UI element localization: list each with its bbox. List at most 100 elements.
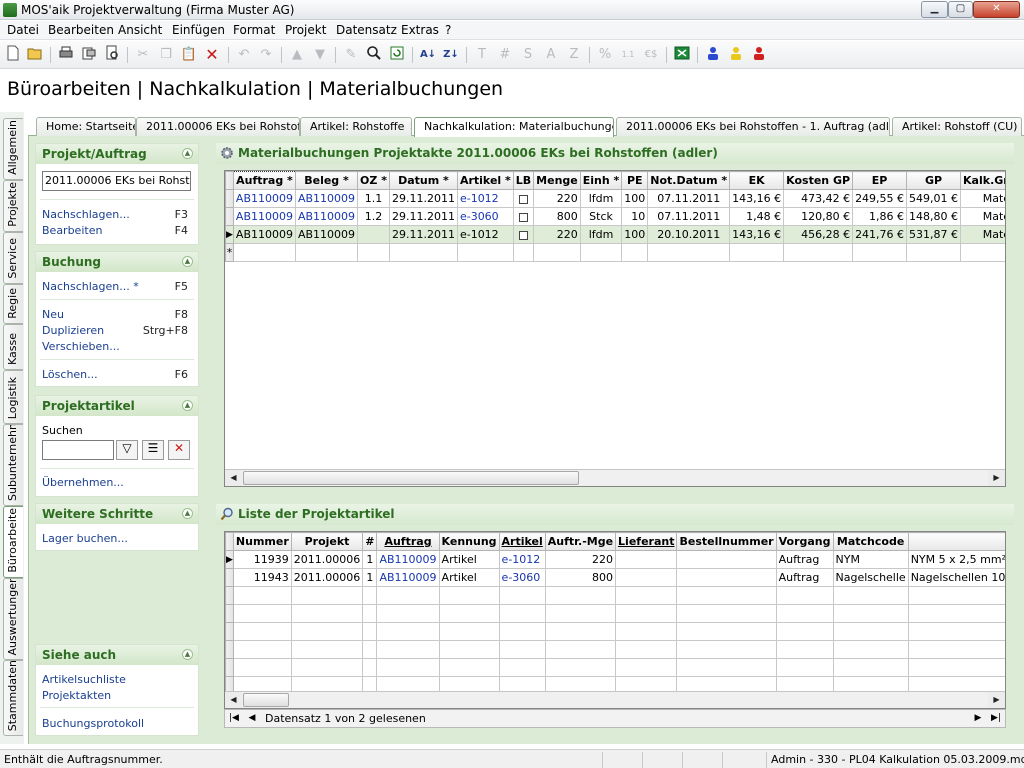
current-row-marker[interactable]: ▶ xyxy=(225,225,234,244)
table-row[interactable]: 11943 2011.00006 1 AB110009 Artikel e-30… xyxy=(225,568,1005,587)
cell[interactable] xyxy=(615,550,678,569)
col-header[interactable]: Kosten GP xyxy=(783,171,854,190)
maximize-button[interactable]: ▢ xyxy=(948,1,973,18)
vtab-logistik[interactable]: Logistik xyxy=(3,370,23,424)
minimize-button[interactable]: ▁ xyxy=(921,1,948,18)
cell[interactable]: 148,80 € xyxy=(906,207,962,226)
open-folder-icon[interactable] xyxy=(25,45,45,65)
cell[interactable]: e-1012 xyxy=(456,225,514,244)
cell[interactable]: Nagelschelle xyxy=(832,568,909,587)
col-header[interactable]: Einh * xyxy=(579,171,623,190)
cell[interactable]: Artikel xyxy=(438,550,500,569)
menu-projekt[interactable]: Projekt xyxy=(285,23,326,37)
lb-checkbox-cell[interactable] xyxy=(512,225,535,244)
col-header[interactable]: # xyxy=(362,532,378,551)
cell[interactable] xyxy=(357,243,390,262)
copy-icon[interactable]: ❐ xyxy=(156,45,176,65)
cell[interactable]: AB110009 xyxy=(376,550,440,569)
row-selector[interactable] xyxy=(225,568,234,587)
print-preview-icon[interactable] xyxy=(79,45,99,65)
cell[interactable]: lfdm xyxy=(579,225,623,244)
link-projektakten[interactable]: Projektakten xyxy=(42,689,111,702)
cell[interactable]: Auftrag xyxy=(775,568,834,587)
menu-einfuegen[interactable]: Einfügen xyxy=(172,23,225,37)
move-up-icon[interactable]: ▲ xyxy=(287,45,307,65)
col-header[interactable]: LB xyxy=(512,171,535,190)
text-style-icon[interactable]: T xyxy=(472,45,492,65)
new-row[interactable]: * xyxy=(225,243,1005,262)
col-header[interactable]: Menge xyxy=(533,171,581,190)
col-header[interactable]: Matchcode xyxy=(832,532,909,551)
page-preview-icon[interactable] xyxy=(102,45,122,65)
vtab-projekte[interactable]: Projekte xyxy=(3,180,23,232)
cell[interactable] xyxy=(729,243,785,262)
cell[interactable]: 29.11.2011 xyxy=(388,225,458,244)
menu-datei[interactable]: Datei xyxy=(7,23,39,37)
cell[interactable]: 220 xyxy=(533,225,581,244)
link-verschieben[interactable]: Verschieben... xyxy=(42,340,120,353)
table-row-current[interactable]: ▶ 11939 2011.00006 1 AB110009 Artikel e-… xyxy=(225,550,1005,569)
col-header[interactable]: PE xyxy=(621,171,649,190)
suchen-input[interactable] xyxy=(42,440,114,460)
user-red-icon[interactable] xyxy=(749,45,769,65)
link-buchungsprotokoll[interactable]: Buchungsprotokoll xyxy=(42,717,144,730)
col-header[interactable]: Projekt xyxy=(290,532,364,551)
cell[interactable]: 143,16 € xyxy=(729,189,785,208)
cell[interactable]: 2011.00006 xyxy=(290,568,364,587)
vtab-stammdaten[interactable]: Stammdaten xyxy=(3,660,23,736)
cell[interactable]: 531,87 € xyxy=(906,225,962,244)
cell[interactable] xyxy=(294,243,359,262)
cell[interactable]: NYM xyxy=(832,550,909,569)
tab-materialbuchungen[interactable]: Nachkalkulation: Materialbuchungen✕ xyxy=(414,117,614,137)
cell[interactable] xyxy=(456,243,514,262)
horizontal-scrollbar[interactable]: ◀ ▶ xyxy=(225,469,1005,486)
link-buchung-nachschlagen[interactable]: Nachschlagen... * xyxy=(42,280,139,293)
cell[interactable]: 220 xyxy=(533,189,581,208)
find-icon[interactable] xyxy=(364,45,384,65)
move-down-icon[interactable]: ▼ xyxy=(310,45,330,65)
col-header[interactable]: Kennung xyxy=(438,532,500,551)
lb-checkbox-cell[interactable] xyxy=(512,207,535,226)
cell[interactable] xyxy=(579,243,623,262)
cell[interactable]: 11943 xyxy=(232,568,292,587)
link-loeschen[interactable]: Löschen... xyxy=(42,368,98,381)
lb-checkbox[interactable] xyxy=(518,194,528,204)
cell[interactable]: e-3060 xyxy=(498,568,546,587)
scroll-thumb[interactable] xyxy=(243,693,289,707)
col-header[interactable]: Vorgang xyxy=(775,532,834,551)
cell[interactable]: AB110009 xyxy=(232,207,296,226)
sort-descending-icon[interactable]: Z↓ xyxy=(441,45,461,65)
col-header[interactable]: Lieferant xyxy=(615,532,678,551)
excel-icon[interactable] xyxy=(672,45,692,65)
new-document-icon[interactable] xyxy=(3,45,23,65)
cut-icon[interactable]: ✂ xyxy=(133,45,153,65)
col-header[interactable]: Datum * xyxy=(388,171,458,190)
horizontal-scrollbar[interactable]: ◀ ▶ xyxy=(225,691,1005,708)
cell[interactable]: 800 xyxy=(544,568,617,587)
col-header[interactable]: Auftrag * xyxy=(232,171,296,190)
cell[interactable]: 1.2 xyxy=(357,207,390,226)
lb-checkbox[interactable] xyxy=(518,212,528,222)
previous-record-icon[interactable]: ◀ xyxy=(245,711,259,726)
cell[interactable]: AB110009 xyxy=(232,225,296,244)
row-selector[interactable] xyxy=(225,207,234,226)
col-header[interactable]: Bestellnummer xyxy=(676,532,777,551)
vtab-subunternehmer[interactable]: Subunternehmer xyxy=(3,424,23,506)
numbering-icon[interactable]: 1.1 xyxy=(618,45,638,65)
col-header[interactable]: EP xyxy=(852,171,908,190)
cell[interactable]: AB110009 xyxy=(376,568,440,587)
scroll-thumb[interactable] xyxy=(243,471,579,485)
cell[interactable] xyxy=(615,568,678,587)
tab-artikel-cu[interactable]: Artikel: Rohstoff (CU)✕ xyxy=(892,117,1022,136)
col-header[interactable]: Nummer xyxy=(232,532,292,551)
first-record-icon[interactable]: |◀ xyxy=(227,711,241,726)
link-artikelsuchliste[interactable]: Artikelsuchliste xyxy=(42,673,126,686)
cell[interactable] xyxy=(960,243,1005,262)
cell[interactable] xyxy=(852,243,908,262)
cell[interactable]: 07.11.2011 xyxy=(647,207,731,226)
col-header[interactable]: Artikel xyxy=(498,532,546,551)
paste-icon[interactable]: 📋 xyxy=(179,45,199,65)
col-header[interactable]: Auftrag xyxy=(376,532,440,551)
link-nachschlagen[interactable]: Nachschlagen... xyxy=(42,208,130,221)
cell[interactable]: 1 xyxy=(362,568,378,587)
